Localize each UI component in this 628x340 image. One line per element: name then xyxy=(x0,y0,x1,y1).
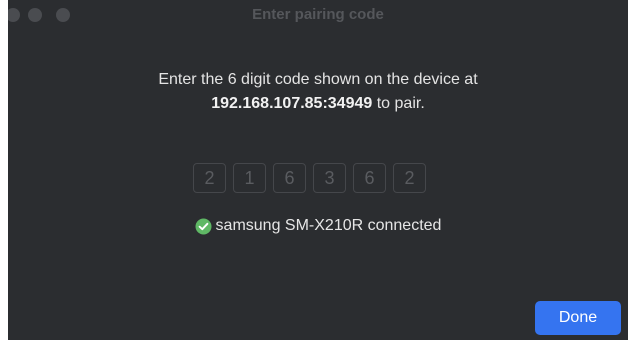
pairing-code: 2 1 6 3 6 2 xyxy=(193,163,426,195)
code-digit-4: 3 xyxy=(313,163,346,193)
titlebar: Enter pairing code xyxy=(8,0,628,30)
instruction-address-line: 192.168.107.85:34949 to pair. xyxy=(8,92,628,116)
done-button[interactable]: Done xyxy=(535,301,621,335)
device-address: 192.168.107.85:34949 xyxy=(211,95,373,112)
code-digit-6: 2 xyxy=(393,163,426,193)
code-digit-5: 6 xyxy=(353,163,386,193)
instruction-line: Enter the 6 digit code shown on the devi… xyxy=(158,71,478,88)
pairing-dialog: Enter pairing code Enter the 6 digit cod… xyxy=(8,0,628,340)
code-digit-1: 2 xyxy=(193,163,226,193)
code-digit-2: 1 xyxy=(233,163,266,193)
code-digit-3: 6 xyxy=(273,163,306,193)
check-circle-icon xyxy=(195,218,212,235)
pairing-instructions: Enter the 6 digit code shown on the devi… xyxy=(8,68,628,116)
status-text: samsung SM-X210R connected xyxy=(215,217,442,234)
instruction-suffix: to pair. xyxy=(372,95,425,112)
connection-status: samsung SM-X210R connected xyxy=(8,217,628,235)
dialog-title: Enter pairing code xyxy=(252,6,384,23)
